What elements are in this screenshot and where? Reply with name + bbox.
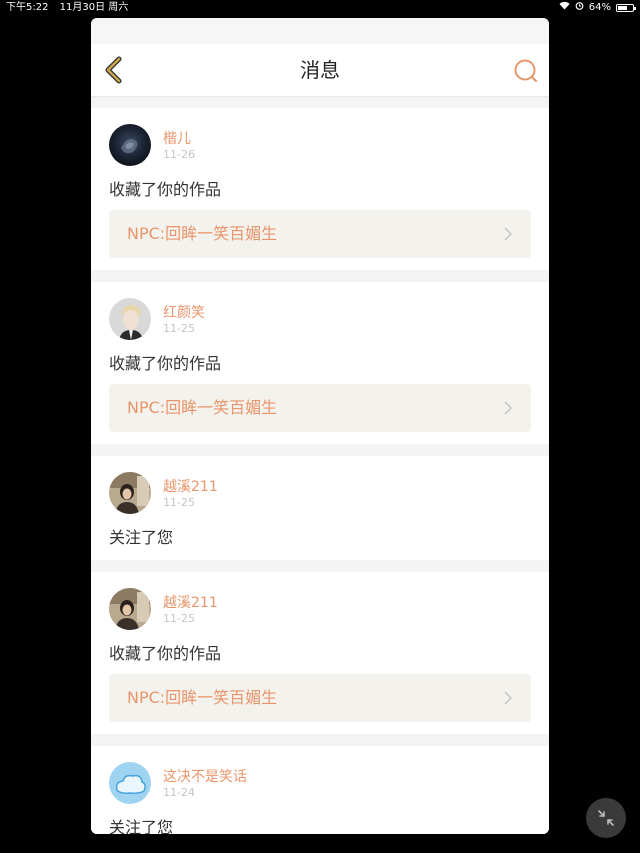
action-text: 收藏了你的作品 xyxy=(109,644,222,663)
battery-icon xyxy=(616,4,636,12)
work-title: NPC:回眸一笑百媚生 xyxy=(127,398,278,417)
page-title: 消息 xyxy=(300,58,340,82)
battery-percent: 64% xyxy=(588,2,611,13)
alarm-icon xyxy=(575,0,584,16)
message-item[interactable]: 这决不是笑话 11-24 关注了您 xyxy=(91,746,549,834)
message-date: 11-26 xyxy=(163,148,195,161)
status-time: 下午5:22 xyxy=(6,2,49,13)
avatar-girl-photo xyxy=(109,588,151,630)
action-text: 关注了您 xyxy=(109,818,174,834)
user-row: 越溪211 11-25 xyxy=(109,588,531,632)
search-button[interactable] xyxy=(513,58,539,84)
nav-header: 消息 xyxy=(91,44,549,97)
work-link[interactable]: NPC:回眸一笑百媚生 xyxy=(109,674,531,722)
avatar[interactable] xyxy=(109,472,151,514)
wifi-icon xyxy=(559,0,570,16)
chevron-right-icon xyxy=(504,227,513,241)
message-list: 楷儿 11-26 收藏了你的作品 NPC:回眸一笑百媚生 红颜笑 11-25 收… xyxy=(91,108,549,834)
user-name[interactable]: 越溪211 xyxy=(163,592,218,612)
avatar-blue-cloud xyxy=(109,762,151,804)
work-title: NPC:回眸一笑百媚生 xyxy=(127,224,278,243)
message-date: 11-25 xyxy=(163,322,195,335)
message-item[interactable]: 红颜笑 11-25 收藏了你的作品 NPC:回眸一笑百媚生 xyxy=(91,282,549,444)
action-text: 收藏了你的作品 xyxy=(109,354,222,373)
search-icon xyxy=(514,59,537,82)
user-name[interactable]: 红颜笑 xyxy=(163,302,205,322)
action-text: 收藏了你的作品 xyxy=(109,180,222,199)
chevron-right-icon xyxy=(504,691,513,705)
collapse-icon xyxy=(598,810,614,826)
avatar[interactable] xyxy=(109,762,151,804)
avatar[interactable] xyxy=(109,124,151,166)
exit-fullscreen-button[interactable] xyxy=(586,798,626,838)
avatar-dark-rose xyxy=(109,124,151,166)
message-date: 11-24 xyxy=(163,786,195,799)
top-strip xyxy=(91,18,549,44)
avatar[interactable] xyxy=(109,588,151,630)
user-row: 红颜笑 11-25 xyxy=(109,298,531,342)
status-bar: 下午5:22 11月30日 周六 64% xyxy=(0,0,640,16)
work-link[interactable]: NPC:回眸一笑百媚生 xyxy=(109,210,531,258)
message-item[interactable]: 越溪211 11-25 关注了您 xyxy=(91,456,549,560)
message-date: 11-25 xyxy=(163,612,195,625)
user-name[interactable]: 楷儿 xyxy=(163,128,191,148)
user-row: 楷儿 11-26 xyxy=(109,124,531,168)
avatar-girl-photo xyxy=(109,472,151,514)
messages-panel: 消息 楷儿 11-26 收藏了你的作品 NPC:回眸一笑百媚生 红颜笑 11-2… xyxy=(91,18,549,834)
chevron-right-icon xyxy=(504,401,513,415)
action-text: 关注了您 xyxy=(109,528,174,547)
message-item[interactable]: 越溪211 11-25 收藏了你的作品 NPC:回眸一笑百媚生 xyxy=(91,572,549,734)
avatar-portrait-blond xyxy=(109,298,151,340)
user-row: 这决不是笑话 11-24 xyxy=(109,762,531,806)
user-name[interactable]: 这决不是笑话 xyxy=(163,766,247,786)
message-date: 11-25 xyxy=(163,496,195,509)
message-item[interactable]: 楷儿 11-26 收藏了你的作品 NPC:回眸一笑百媚生 xyxy=(91,108,549,270)
user-row: 越溪211 11-25 xyxy=(109,472,531,516)
work-link[interactable]: NPC:回眸一笑百媚生 xyxy=(109,384,531,432)
work-title: NPC:回眸一笑百媚生 xyxy=(127,688,278,707)
user-name[interactable]: 越溪211 xyxy=(163,476,218,496)
avatar[interactable] xyxy=(109,298,151,340)
status-date: 11月30日 周六 xyxy=(59,2,129,13)
